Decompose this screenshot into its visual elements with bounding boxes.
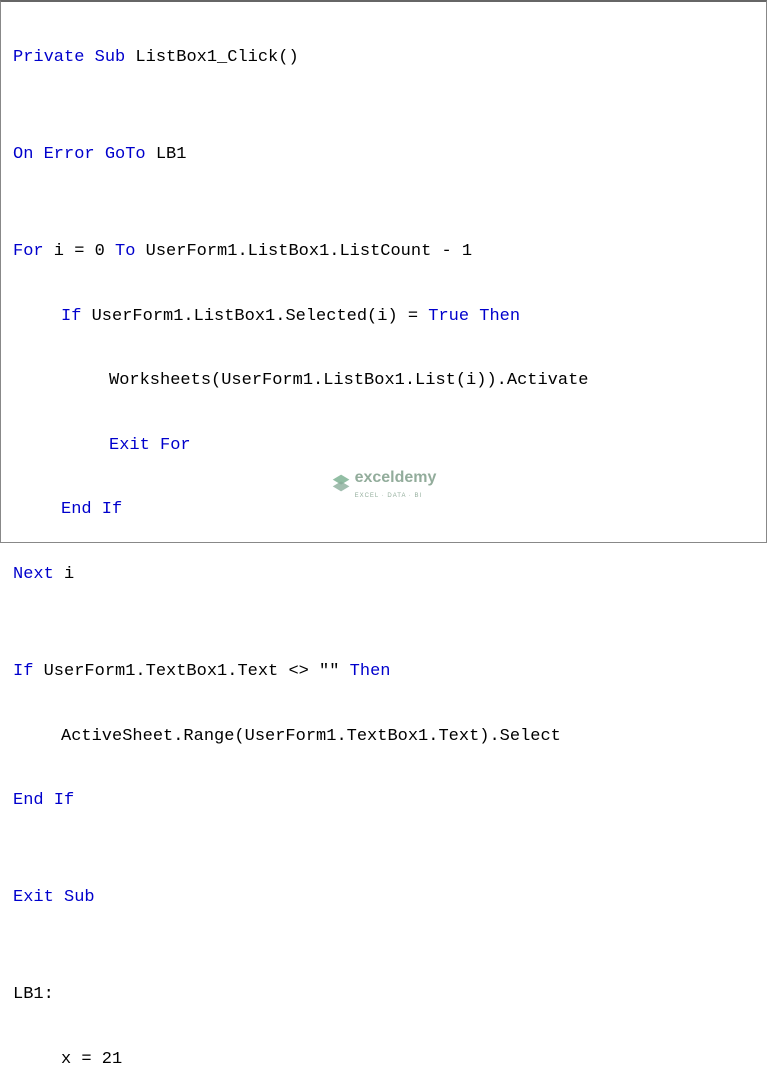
keyword-on: On (13, 145, 33, 164)
keyword-if: If (13, 662, 33, 681)
keyword-if: If (44, 791, 75, 810)
code-line: For i = 0 To UserForm1.ListBox1.ListCoun… (13, 236, 754, 268)
code-line: Next i (13, 559, 754, 591)
keyword-sub: Sub (54, 888, 95, 907)
code-line: Worksheets(UserForm1.ListBox1.List(i)).A… (13, 365, 754, 397)
keyword-if: If (61, 307, 81, 326)
keyword-then: Then (350, 662, 391, 681)
keyword-for: For (150, 436, 191, 455)
goto-label: LB1 (146, 145, 187, 164)
code-line: End If (13, 785, 754, 817)
code-line: ActiveSheet.Range(UserForm1.TextBox1.Tex… (13, 721, 754, 753)
code-line: Exit For (13, 430, 754, 462)
vba-code-editor[interactable]: Private Sub ListBox1_Click() On Error Go… (13, 10, 754, 1086)
code-line: If UserForm1.ListBox1.Selected(i) = True… (13, 301, 754, 333)
code-line: End If (13, 494, 754, 526)
for-expr: UserForm1.ListBox1.ListCount - 1 (135, 242, 472, 261)
keyword-private: Private (13, 48, 84, 67)
keyword-then: Then (479, 307, 520, 326)
for-var: i = 0 (44, 242, 115, 261)
keyword-sub: Sub (95, 48, 126, 67)
keyword-next: Next (13, 565, 54, 584)
keyword-if: If (92, 500, 123, 519)
keyword-end: End (61, 500, 92, 519)
if-expr: UserForm1.ListBox1.Selected(i) = (81, 307, 428, 326)
code-line: Exit Sub (13, 882, 754, 914)
code-line: Private Sub ListBox1_Click() (13, 42, 754, 74)
proc-name: ListBox1_Click() (125, 48, 298, 67)
keyword-end: End (13, 791, 44, 810)
next-var: i (54, 565, 74, 584)
keyword-true: True (428, 307, 469, 326)
keyword-for: For (13, 242, 44, 261)
keyword-goto: GoTo (105, 145, 146, 164)
if-expr: UserForm1.TextBox1.Text <> "" (33, 662, 349, 681)
stmt-select: ActiveSheet.Range(UserForm1.TextBox1.Tex… (61, 727, 561, 746)
label-lb1: LB1: (13, 985, 54, 1004)
code-line: x = 21 (13, 1044, 754, 1076)
stmt-assign: x = 21 (61, 1050, 122, 1069)
code-line: LB1: (13, 979, 754, 1011)
stmt-activate: Worksheets(UserForm1.ListBox1.List(i)).A… (109, 371, 588, 390)
keyword-exit: Exit (13, 888, 54, 907)
keyword-error: Error (44, 145, 95, 164)
code-line: On Error GoTo LB1 (13, 139, 754, 171)
keyword-exit: Exit (109, 436, 150, 455)
keyword-to: To (115, 242, 135, 261)
code-line: If UserForm1.TextBox1.Text <> "" Then (13, 656, 754, 688)
